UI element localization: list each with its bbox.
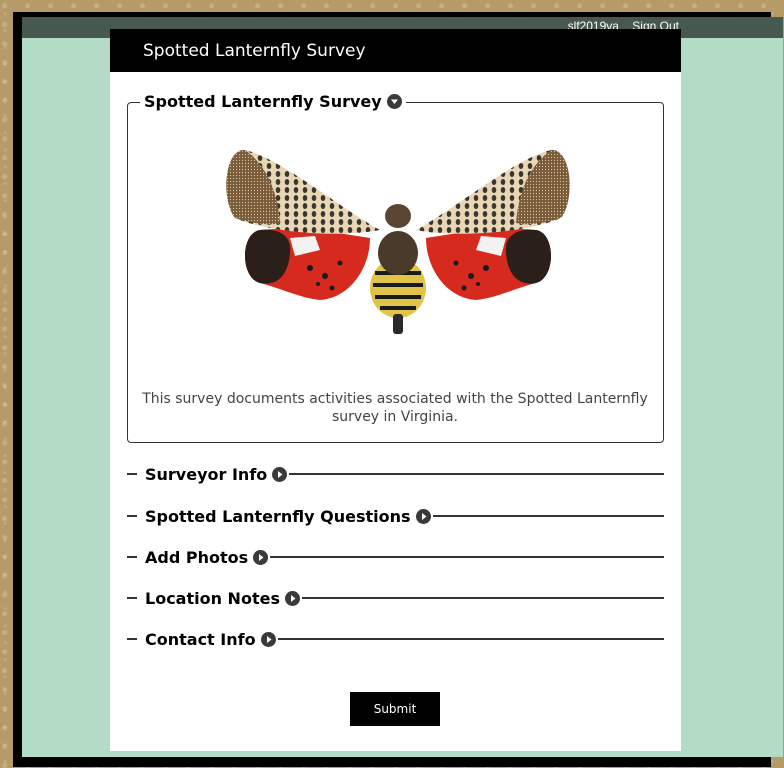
section-rule (289, 473, 664, 475)
intro-group-title: Spotted Lanternfly Survey (144, 92, 382, 111)
chevron-right-icon (260, 631, 276, 647)
lanternfly-image (226, 149, 570, 334)
chevron-right-icon (272, 466, 288, 482)
section-rule (277, 638, 664, 640)
section-label: Location Notes (145, 588, 280, 608)
section-label: Add Photos (145, 547, 249, 567)
section-dash (127, 597, 137, 599)
section-dash (127, 638, 137, 640)
chevron-down-icon (386, 94, 402, 109)
section-dash (127, 473, 137, 475)
section-label: Surveyor Info (145, 464, 268, 484)
section-label: Spotted Lanternfly Questions (145, 506, 411, 526)
intro-group-toggle[interactable]: Spotted Lanternfly Survey (140, 92, 406, 111)
chevron-right-icon (415, 508, 431, 524)
section-rule (432, 515, 664, 517)
survey-description: This survey documents activities associa… (142, 391, 648, 425)
chevron-right-icon (284, 590, 300, 606)
survey-header: Spotted Lanternfly Survey (110, 29, 681, 72)
submit-button[interactable]: Submit (350, 692, 440, 726)
section-location-notes[interactable]: Location Notes (127, 588, 664, 608)
section-label: Contact Info (145, 629, 256, 649)
section-dash (127, 556, 137, 558)
section-surveyor-info[interactable]: Surveyor Info (127, 464, 664, 484)
chevron-right-icon (253, 549, 269, 565)
section-contact-info[interactable]: Contact Info (127, 629, 664, 649)
section-add-photos[interactable]: Add Photos (127, 547, 664, 567)
section-rule (301, 597, 664, 599)
section-rule (270, 556, 664, 558)
page-title: Spotted Lanternfly Survey (143, 41, 366, 61)
section-lanternfly-questions[interactable]: Spotted Lanternfly Questions (127, 506, 664, 526)
section-dash (127, 515, 137, 517)
